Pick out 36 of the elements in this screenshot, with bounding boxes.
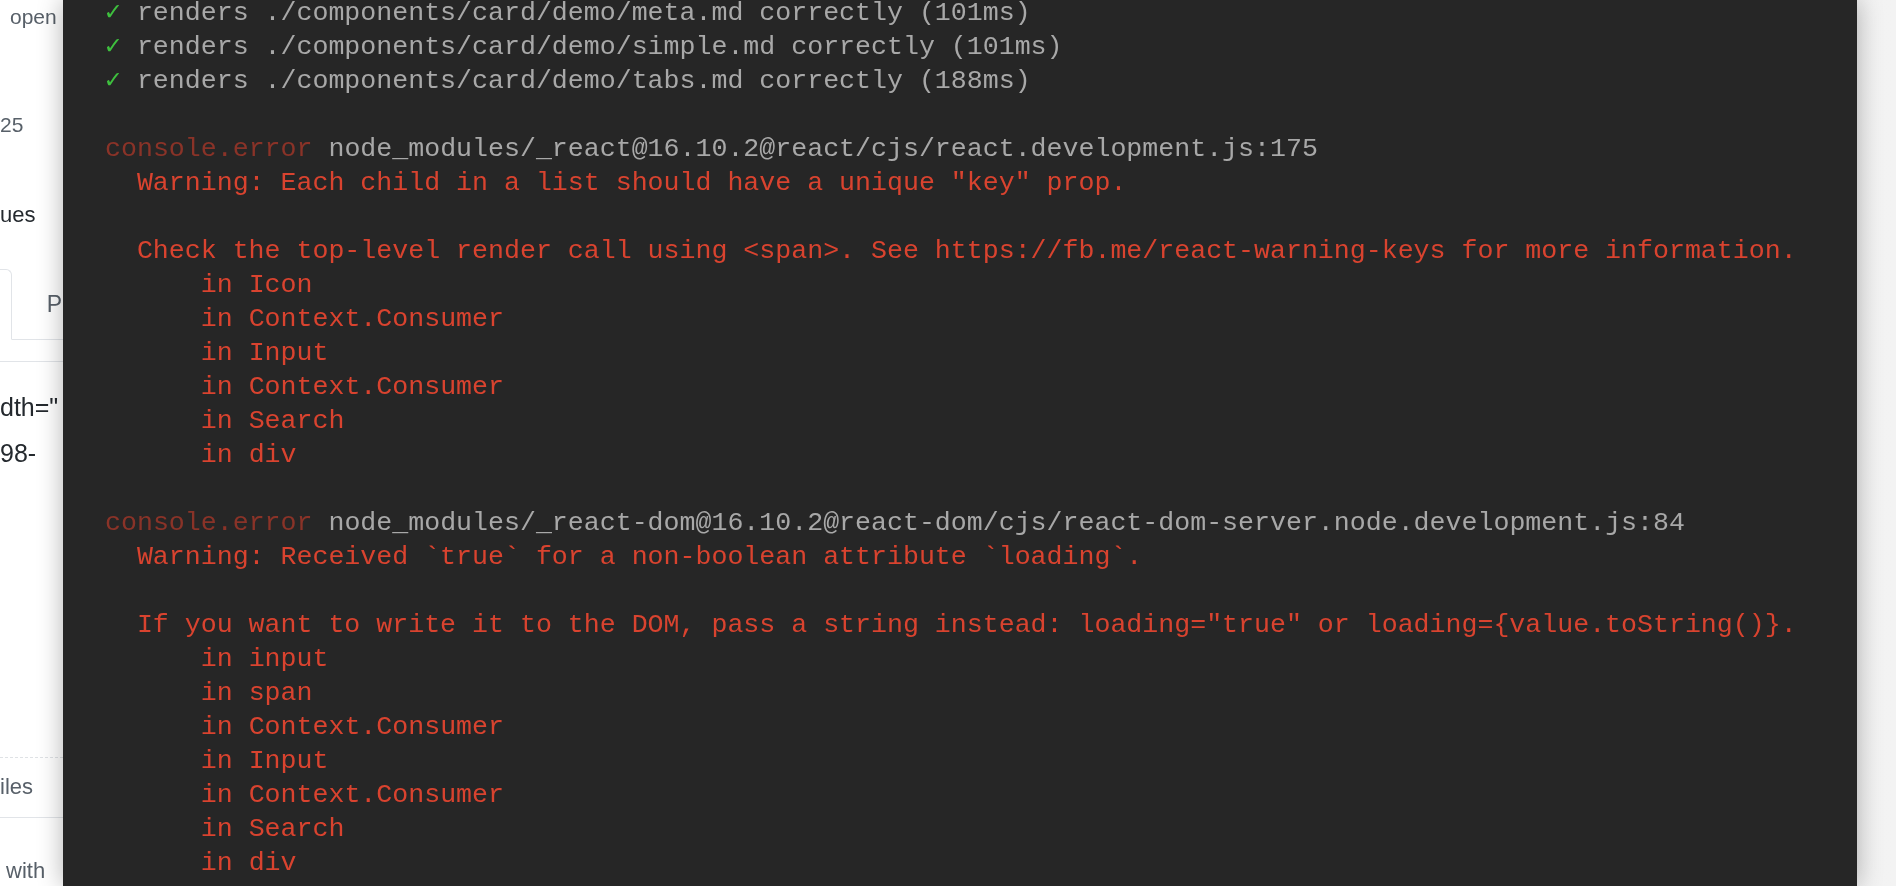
stack-frame: in Input [200, 336, 329, 370]
stack-frame: in Icon [200, 268, 313, 302]
stack-frame: in span [200, 676, 313, 710]
markdown-note: with [5, 857, 46, 885]
stack-frame: in Search [200, 812, 345, 846]
check-mark: ✓ [105, 0, 122, 30]
test-result: renders ./components/card/demo/tabs.md correctly (188ms) [136, 65, 1031, 98]
attach-hint: iles [0, 774, 33, 801]
stack-frame: in Context.Consumer [200, 302, 504, 336]
stack-frame: in Search [200, 404, 345, 438]
stack-frame: in div [200, 438, 297, 472]
feedback-text: ues [0, 201, 36, 229]
issue-meta: open [9, 4, 57, 30]
check-mark: ✓ [105, 65, 122, 98]
test-result: renders ./components/card/demo/simple.md correctly (101ms) [136, 31, 1063, 64]
test-result: renders ./components/card/demo/meta.md correctly (101ms) [136, 0, 1031, 30]
tab[interactable]: P [45, 268, 63, 340]
error-label: console.error [105, 133, 313, 166]
error-source: node_modules/_react@16.10.2@react/cjs/react.development.js:175 [328, 133, 1318, 166]
warning-message: Warning: Received `true` for a non-boolean attribute `loading`. [136, 541, 1143, 574]
issue-meta: 25 [0, 112, 24, 138]
check-mark: ✓ [105, 31, 122, 64]
stack-frame: in Input [200, 744, 329, 778]
stack-frame: in Context.Consumer [200, 370, 504, 404]
error-label: console.error [105, 507, 313, 540]
field-text: dth=" [0, 391, 59, 423]
warning-message: If you want to write it to the DOM, pass a string instead: loading="true" or loading={value.toString()}. [136, 609, 1797, 642]
warning-message: Check the top-level render call using <span>. See https://fb.me/react-warning-keys for more information. [136, 235, 1797, 268]
stack-frame: in div [200, 846, 297, 880]
stack-frame: in Context.Consumer [200, 710, 504, 744]
field-text: 98- [0, 437, 37, 469]
stack-frame: in Context.Consumer [200, 778, 504, 812]
error-source: node_modules/_react-dom@16.10.2@react-dom/cjs/react-dom-server.node.development.js:84 [328, 507, 1685, 540]
tab[interactable] [0, 268, 12, 340]
stack-frame: in input [200, 642, 329, 676]
warning-message: Warning: Each child in a list should have a unique "key" prop. [136, 167, 1127, 200]
